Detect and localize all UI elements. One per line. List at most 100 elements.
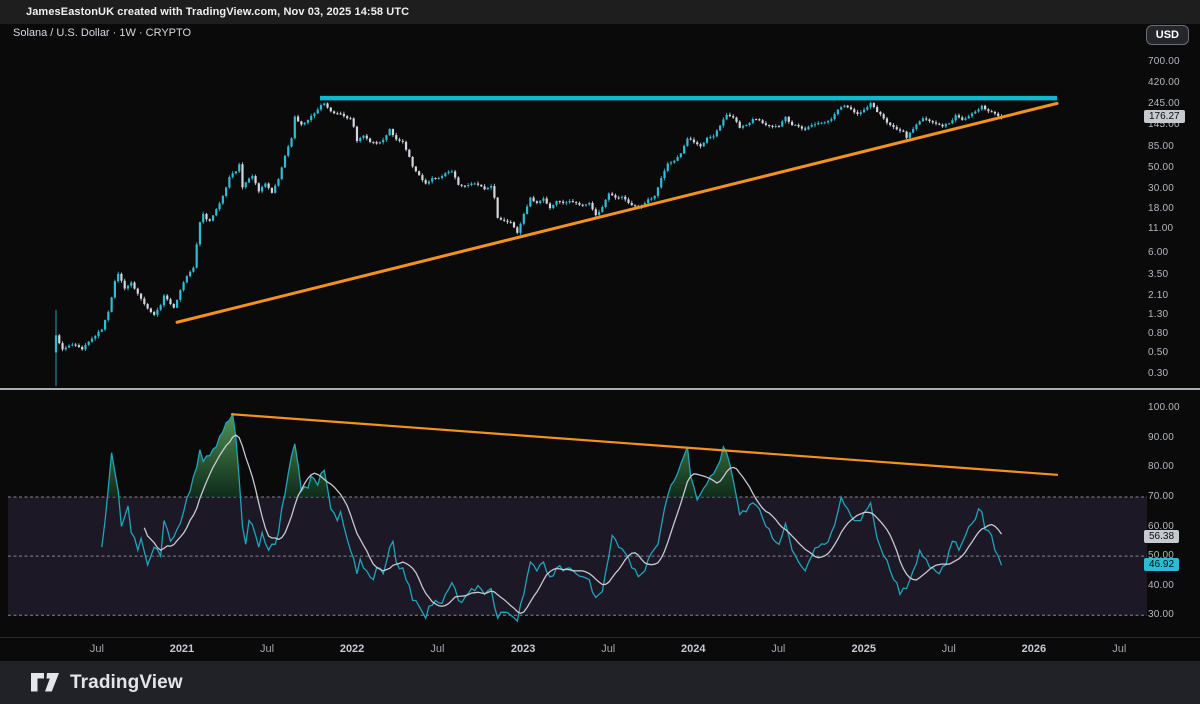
candle-body xyxy=(130,283,132,286)
candle-body xyxy=(97,332,99,336)
candle-body xyxy=(699,144,701,146)
candle-body xyxy=(991,111,993,112)
candle-body xyxy=(909,133,911,138)
time-axis-label: Jul xyxy=(90,643,104,655)
candle-body xyxy=(428,182,430,184)
candle-body xyxy=(660,178,662,187)
price-axis-label: 85.00 xyxy=(1148,141,1174,152)
candle-body xyxy=(572,201,574,202)
candle-body xyxy=(621,197,623,198)
candle-body xyxy=(349,118,351,119)
candle-body xyxy=(411,157,413,167)
candle-body xyxy=(683,146,685,154)
candle-body xyxy=(961,117,963,119)
pane-separator[interactable] xyxy=(0,388,1200,390)
tradingview-wordmark[interactable]: TradingView xyxy=(70,672,183,694)
candle-body xyxy=(176,300,178,308)
candle-body xyxy=(811,125,813,127)
candle-body xyxy=(608,194,610,200)
candle-body xyxy=(287,147,289,156)
candle-body xyxy=(883,114,885,118)
candle-body xyxy=(497,198,499,218)
candle-body xyxy=(196,244,198,267)
candle-body xyxy=(75,345,77,346)
candle-body xyxy=(997,114,999,116)
candle-body xyxy=(470,184,472,185)
time-axis-label: Jul xyxy=(601,643,615,655)
currency-toggle-button[interactable]: USD xyxy=(1146,25,1189,45)
candle-body xyxy=(94,336,96,338)
candle-body xyxy=(153,312,155,315)
candle-body xyxy=(323,103,325,105)
candle-body xyxy=(834,114,836,119)
candle-body xyxy=(434,178,436,179)
candle-body xyxy=(343,114,345,116)
candle-body xyxy=(977,109,979,111)
candle-body xyxy=(533,198,535,202)
candle-body xyxy=(137,289,139,294)
candles-layer xyxy=(55,102,1003,387)
candle-body xyxy=(791,122,793,125)
candle-body xyxy=(968,116,970,118)
candle-body xyxy=(179,290,181,300)
candle-body xyxy=(562,202,564,203)
tradingview-logo-icon[interactable] xyxy=(30,672,60,693)
candle-body xyxy=(765,123,767,125)
candle-body xyxy=(752,119,754,123)
price-axis-label: 245.00 xyxy=(1148,98,1180,109)
candle-body xyxy=(928,120,930,122)
candle-body xyxy=(81,347,83,349)
candle-body xyxy=(549,204,551,209)
candle-body xyxy=(274,186,276,193)
candle-body xyxy=(618,198,620,199)
candle-body xyxy=(781,121,783,126)
candle-body xyxy=(837,110,839,114)
candle-body xyxy=(313,113,315,116)
candle-body xyxy=(320,105,322,110)
candle-body xyxy=(202,214,204,222)
candle-body xyxy=(333,111,335,113)
candle-body xyxy=(598,212,600,215)
last-price-badge: 176.27 xyxy=(1144,110,1185,123)
candle-body xyxy=(559,201,561,202)
candle-body xyxy=(307,120,309,123)
candle-body xyxy=(843,106,845,107)
candle-body xyxy=(886,118,888,122)
candle-body xyxy=(539,201,541,203)
candle-body xyxy=(870,103,872,107)
candle-body xyxy=(362,136,364,138)
candle-body xyxy=(673,161,675,163)
candle-body xyxy=(205,214,207,219)
candle-body xyxy=(268,184,270,188)
candle-body xyxy=(595,209,597,215)
chart-canvas[interactable] xyxy=(0,0,1200,704)
candle-body xyxy=(941,125,943,127)
candle-body xyxy=(896,127,898,129)
price-axis-label: 30.00 xyxy=(1148,183,1174,194)
candle-body xyxy=(830,119,832,121)
candle-body xyxy=(127,286,129,289)
candle-body xyxy=(984,106,986,110)
trendlines-layer[interactable] xyxy=(177,98,1057,475)
candle-body xyxy=(464,186,466,187)
candle-body xyxy=(480,185,482,187)
candle-body xyxy=(578,203,580,205)
candle-body xyxy=(856,112,858,114)
candle-body xyxy=(222,196,224,203)
candle-body xyxy=(634,205,636,206)
candle-body xyxy=(919,121,921,124)
candle-body xyxy=(173,304,175,308)
candle-body xyxy=(356,127,358,141)
candle-body xyxy=(209,219,211,220)
candle-body xyxy=(408,150,410,157)
candle-body xyxy=(778,126,780,127)
candle-body xyxy=(310,116,312,120)
candle-body xyxy=(591,203,593,209)
candle-body xyxy=(264,184,266,187)
candle-body xyxy=(693,140,695,143)
candle-body xyxy=(519,224,521,233)
candle-body xyxy=(500,218,502,220)
candle-body xyxy=(395,135,397,139)
candle-body xyxy=(974,112,976,114)
candle-body xyxy=(490,186,492,188)
